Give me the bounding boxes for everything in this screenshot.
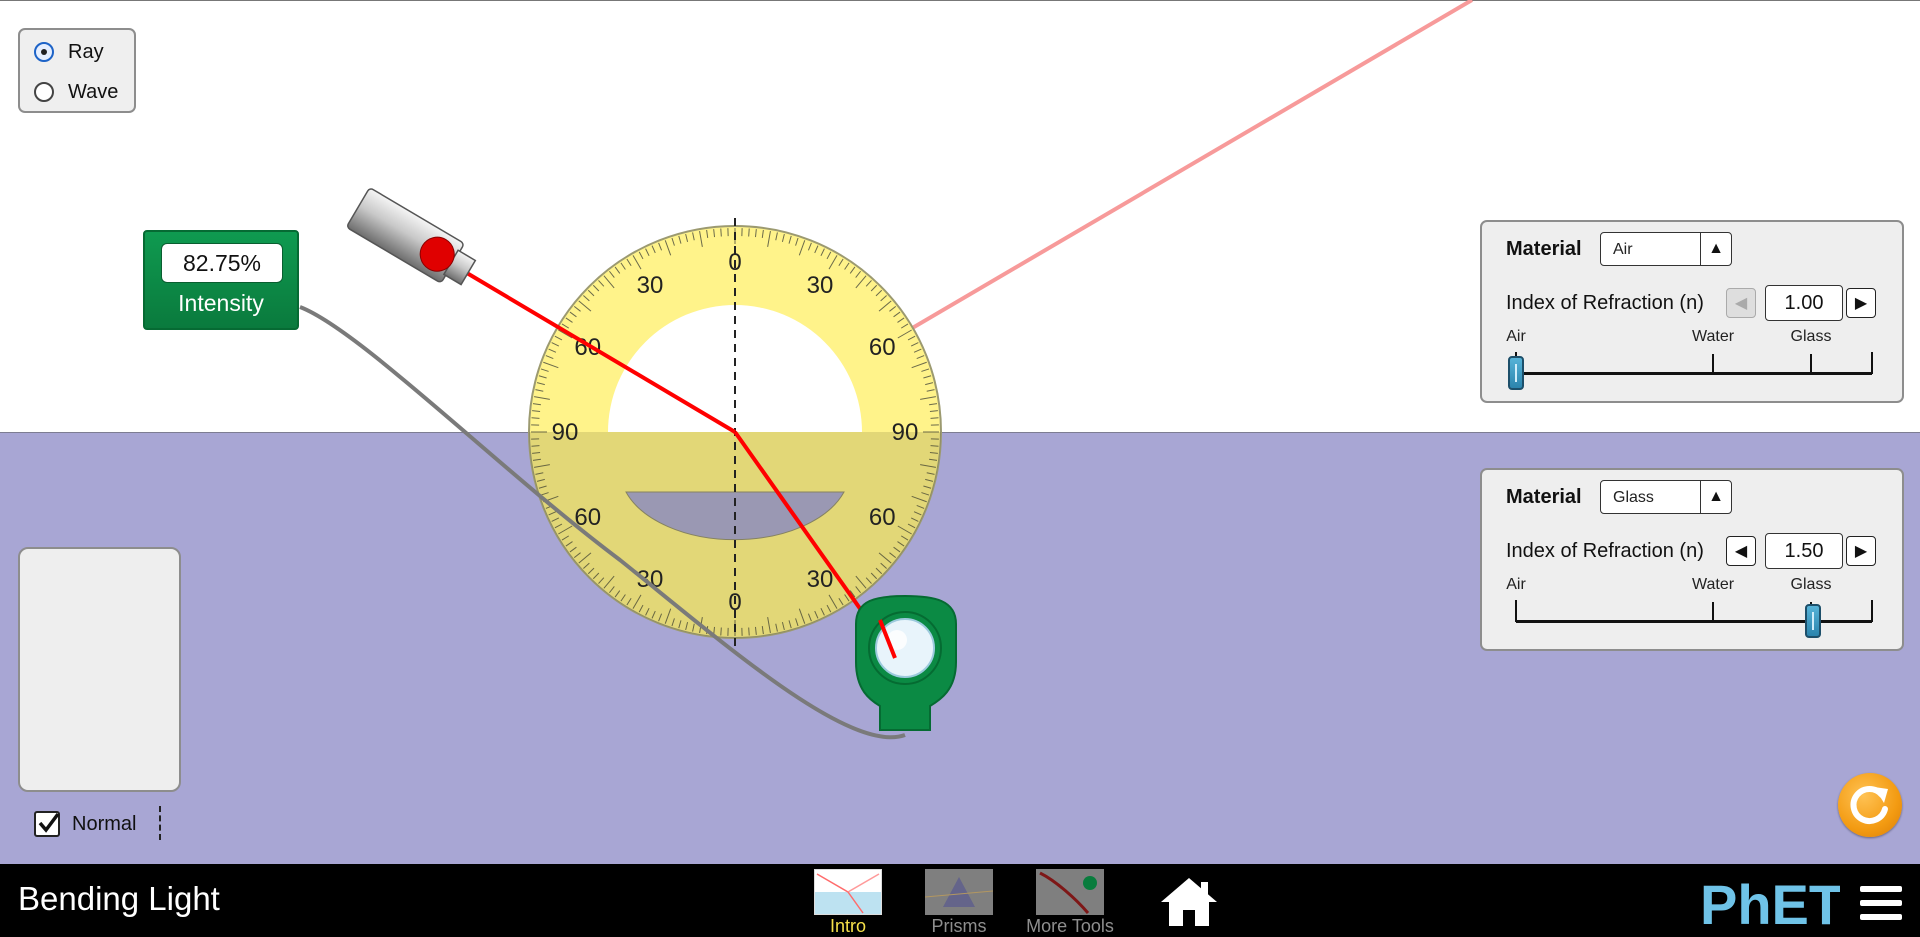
combo-arrow-icon[interactable]: ▲ — [1700, 481, 1731, 513]
protractor-label: 60 — [869, 504, 896, 531]
slider-label-air: Air — [1506, 328, 1526, 345]
home-icon — [1161, 878, 1217, 926]
reset-all-button[interactable] — [1838, 773, 1902, 837]
app-title: Bending Light — [18, 880, 220, 917]
slider-tick — [1515, 600, 1517, 622]
radio-icon[interactable] — [34, 42, 54, 62]
slider-label-air: Air — [1506, 576, 1526, 593]
tab-intro[interactable]: Intro — [800, 866, 896, 936]
slider-tick — [1712, 354, 1714, 374]
checkbox[interactable] — [34, 811, 60, 837]
material-combo-box[interactable]: Air ▲ — [1600, 232, 1732, 266]
slider-label-water: Water — [1691, 576, 1735, 593]
material-value: Air — [1613, 241, 1633, 258]
material-title: Material — [1506, 486, 1582, 508]
protractor-tick — [748, 228, 750, 237]
wave-mode-label: Wave — [68, 80, 119, 103]
combo-arrow-icon[interactable]: ▲ — [1700, 233, 1731, 265]
tab-prisms[interactable]: Prisms — [911, 866, 1007, 936]
decrease-ior-button[interactable]: ◀ — [1726, 288, 1756, 318]
intensity-label: Intensity — [178, 290, 264, 316]
slider-label-glass: Glass — [1790, 328, 1832, 345]
protractor-tick — [720, 228, 722, 237]
ray-mode-label: Ray — [68, 40, 104, 63]
material-value: Glass — [1613, 489, 1654, 506]
ior-value: 1.00 — [1765, 285, 1843, 321]
phet-logo-text: PhET — [1700, 873, 1840, 932]
slider-label-glass: Glass — [1790, 576, 1832, 593]
ray-mode-radio[interactable]: Ray — [34, 39, 104, 65]
protractor-label: 90 — [892, 419, 919, 446]
protractor-label: 30 — [807, 566, 834, 593]
ior-label: Index of Refraction (n) — [1506, 540, 1704, 562]
checkbox-check-icon — [38, 812, 60, 833]
protractor-label: 60 — [869, 334, 896, 361]
slider-tick — [1871, 352, 1873, 374]
normal-label: Normal — [72, 812, 137, 835]
slider-tick — [1810, 354, 1812, 374]
tab-more-tools-label: More Tools — [1026, 916, 1114, 936]
tab-prisms-label: Prisms — [931, 916, 987, 936]
top-material-panel: Material Air ▲ Index of Refraction (n) ◀… — [1480, 220, 1904, 403]
ior-slider-thumb[interactable] — [1508, 356, 1524, 390]
normal-checkbox[interactable]: Normal — [34, 810, 136, 838]
normal-line-icon — [159, 806, 161, 840]
slider-label-water: Water — [1691, 328, 1735, 345]
ior-label: Index of Refraction (n) — [1506, 292, 1704, 314]
optics-scene: 0303060609090606030300 — [299, 0, 1474, 740]
wave-mode-radio[interactable]: Wave — [34, 79, 118, 105]
intensity-readout: 82.75% — [161, 243, 283, 283]
ior-slider-thumb[interactable] — [1804, 604, 1821, 638]
home-button[interactable] — [1157, 874, 1221, 930]
ior-value: 1.50 — [1765, 533, 1843, 569]
ior-slider-track[interactable] — [1516, 372, 1872, 375]
ray-wave-mode-panel: Ray Wave — [18, 28, 136, 113]
protractor-tick — [930, 417, 939, 419]
protractor-label: 30 — [637, 566, 664, 593]
menu-icon[interactable] — [1860, 886, 1902, 922]
phet-logo[interactable]: PhET — [1700, 872, 1840, 932]
intro-thumbnail — [814, 869, 882, 915]
protractor-tick — [531, 417, 540, 419]
sensor-toolbox[interactable] — [18, 547, 181, 792]
tab-more-tools[interactable]: More Tools — [1022, 866, 1118, 936]
play-area: 0303060609090606030300 — [0, 0, 1920, 864]
more-tools-thumbnail — [1036, 869, 1104, 915]
reset-icon — [1850, 786, 1888, 824]
bottom-material-panel: Material Glass ▲ Index of Refraction (n)… — [1480, 468, 1904, 651]
navigation-bar: Bending Light Intro Prisms More Tools Ph… — [0, 864, 1920, 937]
tab-intro-label: Intro — [829, 916, 867, 936]
protractor-label: 30 — [807, 272, 834, 299]
protractor-label: 90 — [552, 419, 579, 446]
slider-tick — [1871, 600, 1873, 622]
protractor-label: 30 — [637, 272, 664, 299]
prisms-thumbnail — [924, 869, 994, 915]
material-combo-box[interactable]: Glass ▲ — [1600, 480, 1732, 514]
radio-icon[interactable] — [34, 82, 54, 102]
intensity-probe-icon[interactable] — [855, 594, 957, 731]
intensity-meter[interactable]: 82.75% Intensity — [143, 230, 299, 330]
increase-ior-button[interactable]: ▶ — [1846, 288, 1876, 318]
material-title: Material — [1506, 238, 1582, 260]
laser-icon[interactable] — [346, 188, 480, 293]
increase-ior-button[interactable]: ▶ — [1846, 536, 1876, 566]
slider-tick — [1712, 602, 1714, 622]
decrease-ior-button[interactable]: ◀ — [1726, 536, 1756, 566]
